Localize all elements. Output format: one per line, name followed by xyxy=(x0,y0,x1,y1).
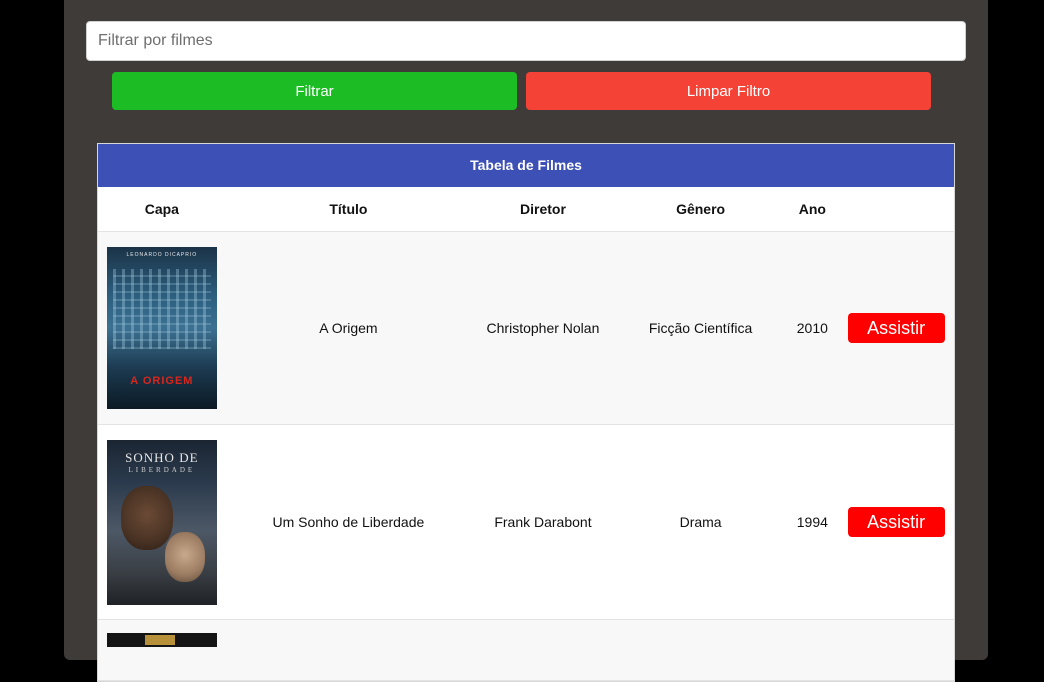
header-diretor: Diretor xyxy=(520,201,566,217)
movie-poster: SONHO DE LIBERDADE xyxy=(106,439,217,605)
poster-title: SONHO DE xyxy=(125,449,199,465)
movie-poster: LEONARDO DICAPRIO A ORIGEM xyxy=(106,247,217,409)
movie-title: A Origem xyxy=(319,320,378,336)
action-cell: Assistir xyxy=(838,313,954,343)
movie-poster xyxy=(107,633,217,647)
poster-artwork xyxy=(112,269,211,349)
poster-artwork xyxy=(120,485,173,550)
movie-genre: Ficção Científica xyxy=(648,320,753,336)
header-genero: Gênero xyxy=(676,201,726,217)
poster-top-text: LEONARDO DICAPRIO xyxy=(126,252,198,258)
movie-genre: Drama xyxy=(679,514,722,530)
movie-year: 2010 xyxy=(796,320,828,336)
filter-button[interactable]: Filtrar xyxy=(112,72,517,110)
poster-title: A ORIGEM xyxy=(130,375,194,387)
header-action xyxy=(838,187,954,231)
table-row: LEONARDO DICAPRIO A ORIGEM A Origem Chri… xyxy=(98,232,954,425)
movie-director: Christopher Nolan xyxy=(486,320,600,336)
table-caption: Tabela de Filmes xyxy=(98,144,954,187)
watch-button[interactable]: Assistir xyxy=(847,313,945,343)
poster-cell: LEONARDO DICAPRIO A ORIGEM xyxy=(98,247,226,409)
header-ano: Ano xyxy=(798,201,826,217)
table-row: SONHO DE LIBERDADE Um Sonho de Liberdade… xyxy=(98,425,954,620)
main-panel: Filtrar Limpar Filtro Tabela de Filmes C… xyxy=(64,0,988,682)
poster-cell xyxy=(98,620,226,647)
watch-button[interactable]: Assistir xyxy=(847,507,945,537)
movies-table: Tabela de Filmes Capa Título Diretor Gên… xyxy=(97,143,955,682)
table-header-row: Capa Título Diretor Gênero Ano xyxy=(98,187,954,232)
movie-title: Um Sonho de Liberdade xyxy=(272,514,425,530)
poster-artwork xyxy=(164,531,205,582)
action-cell: Assistir xyxy=(838,507,954,537)
movie-year: 1994 xyxy=(796,514,828,530)
clear-filter-button[interactable]: Limpar Filtro xyxy=(526,72,931,110)
header-capa: Capa xyxy=(144,201,179,217)
header-titulo: Título xyxy=(329,201,368,217)
poster-cell: SONHO DE LIBERDADE xyxy=(98,439,226,605)
filter-input[interactable] xyxy=(86,21,966,61)
movie-director: Frank Darabont xyxy=(494,514,592,530)
table-row xyxy=(98,620,954,681)
poster-subtitle: LIBERDADE xyxy=(128,465,196,474)
